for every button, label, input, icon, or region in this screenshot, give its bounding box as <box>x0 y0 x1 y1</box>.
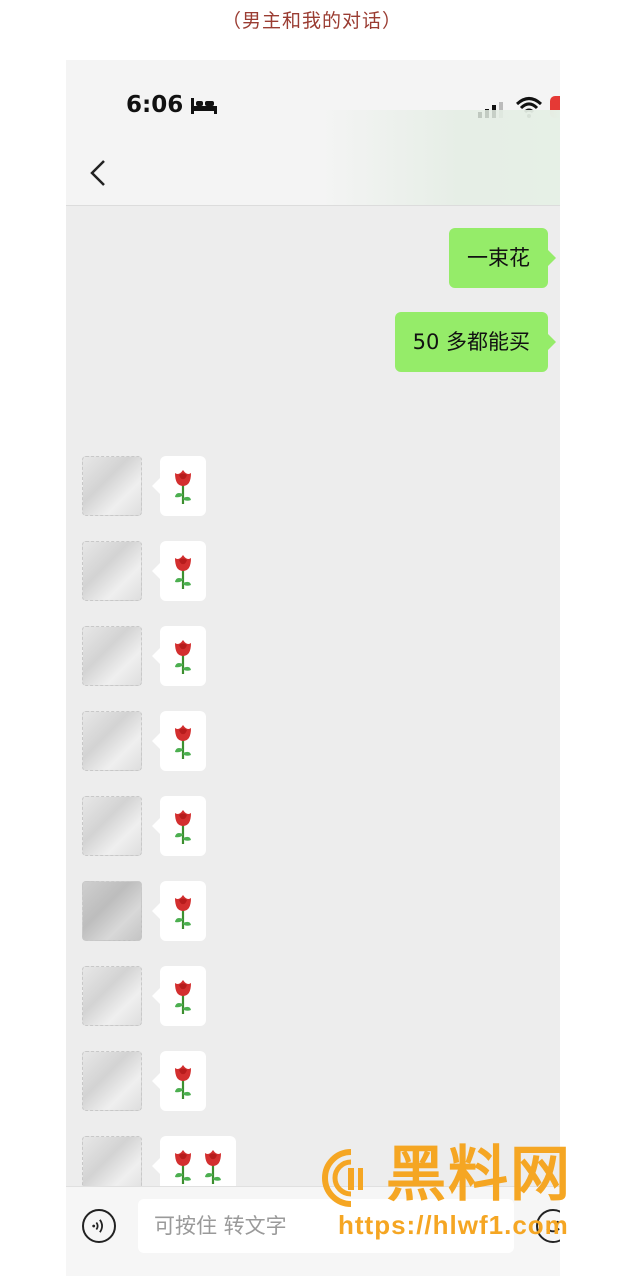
avatar[interactable] <box>82 966 142 1026</box>
bed-icon <box>191 98 217 114</box>
chat-area[interactable]: 一束花 50 多都能买 <box>66 206 560 1276</box>
rose-icon <box>205 1150 221 1184</box>
watermark-name: 黑料网 <box>386 1140 572 1210</box>
message-row-incoming <box>82 881 382 943</box>
status-time: 6:06 <box>126 92 184 118</box>
message-row-incoming <box>82 711 382 773</box>
message-row-incoming <box>82 541 382 603</box>
avatar[interactable] <box>82 711 142 771</box>
voice-icon[interactable] <box>82 1209 116 1243</box>
message-bubble-outgoing[interactable]: 一束花 <box>449 228 556 288</box>
message-row-incoming <box>82 1051 382 1113</box>
message-bubble-incoming[interactable] <box>152 966 206 1026</box>
rose-icon <box>175 980 191 1014</box>
avatar[interactable] <box>82 881 142 941</box>
blurred-contact-name <box>320 110 560 205</box>
message-bubble-incoming[interactable] <box>152 1051 206 1111</box>
caption: （男主和我的对话） <box>221 10 402 32</box>
rose-icon <box>175 1150 191 1184</box>
message-bubble-incoming[interactable] <box>152 626 206 686</box>
rose-icon <box>175 895 191 929</box>
avatar[interactable] <box>82 796 142 856</box>
phone-screenshot: 6:06 一束花 50 多都能买 可按住 转文字 <box>66 60 560 1276</box>
message-row-incoming <box>82 966 382 1028</box>
avatar[interactable] <box>82 541 142 601</box>
avatar[interactable] <box>82 1051 142 1111</box>
message-row-incoming <box>82 626 382 688</box>
rose-icon <box>175 470 191 504</box>
message-bubble-incoming[interactable] <box>152 796 206 856</box>
rose-icon <box>175 725 191 759</box>
message-row-incoming <box>82 456 382 518</box>
message-bubble-incoming[interactable] <box>152 541 206 601</box>
rose-icon <box>175 810 191 844</box>
watermark-url: https://hlwf1.com <box>338 1210 569 1240</box>
message-bubble-incoming[interactable] <box>152 456 206 516</box>
rose-icon <box>175 555 191 589</box>
back-icon[interactable] <box>88 158 108 188</box>
rose-icon <box>175 640 191 674</box>
rose-icon <box>175 1065 191 1099</box>
chat-header <box>66 110 560 206</box>
message-bubble-incoming[interactable] <box>152 711 206 771</box>
message-bubble-incoming[interactable] <box>152 881 206 941</box>
message-bubble-outgoing[interactable]: 50 多都能买 <box>394 312 557 372</box>
message-row-incoming <box>82 796 382 858</box>
avatar[interactable] <box>82 456 142 516</box>
avatar[interactable] <box>82 626 142 686</box>
watermark-logo <box>322 1149 363 1207</box>
